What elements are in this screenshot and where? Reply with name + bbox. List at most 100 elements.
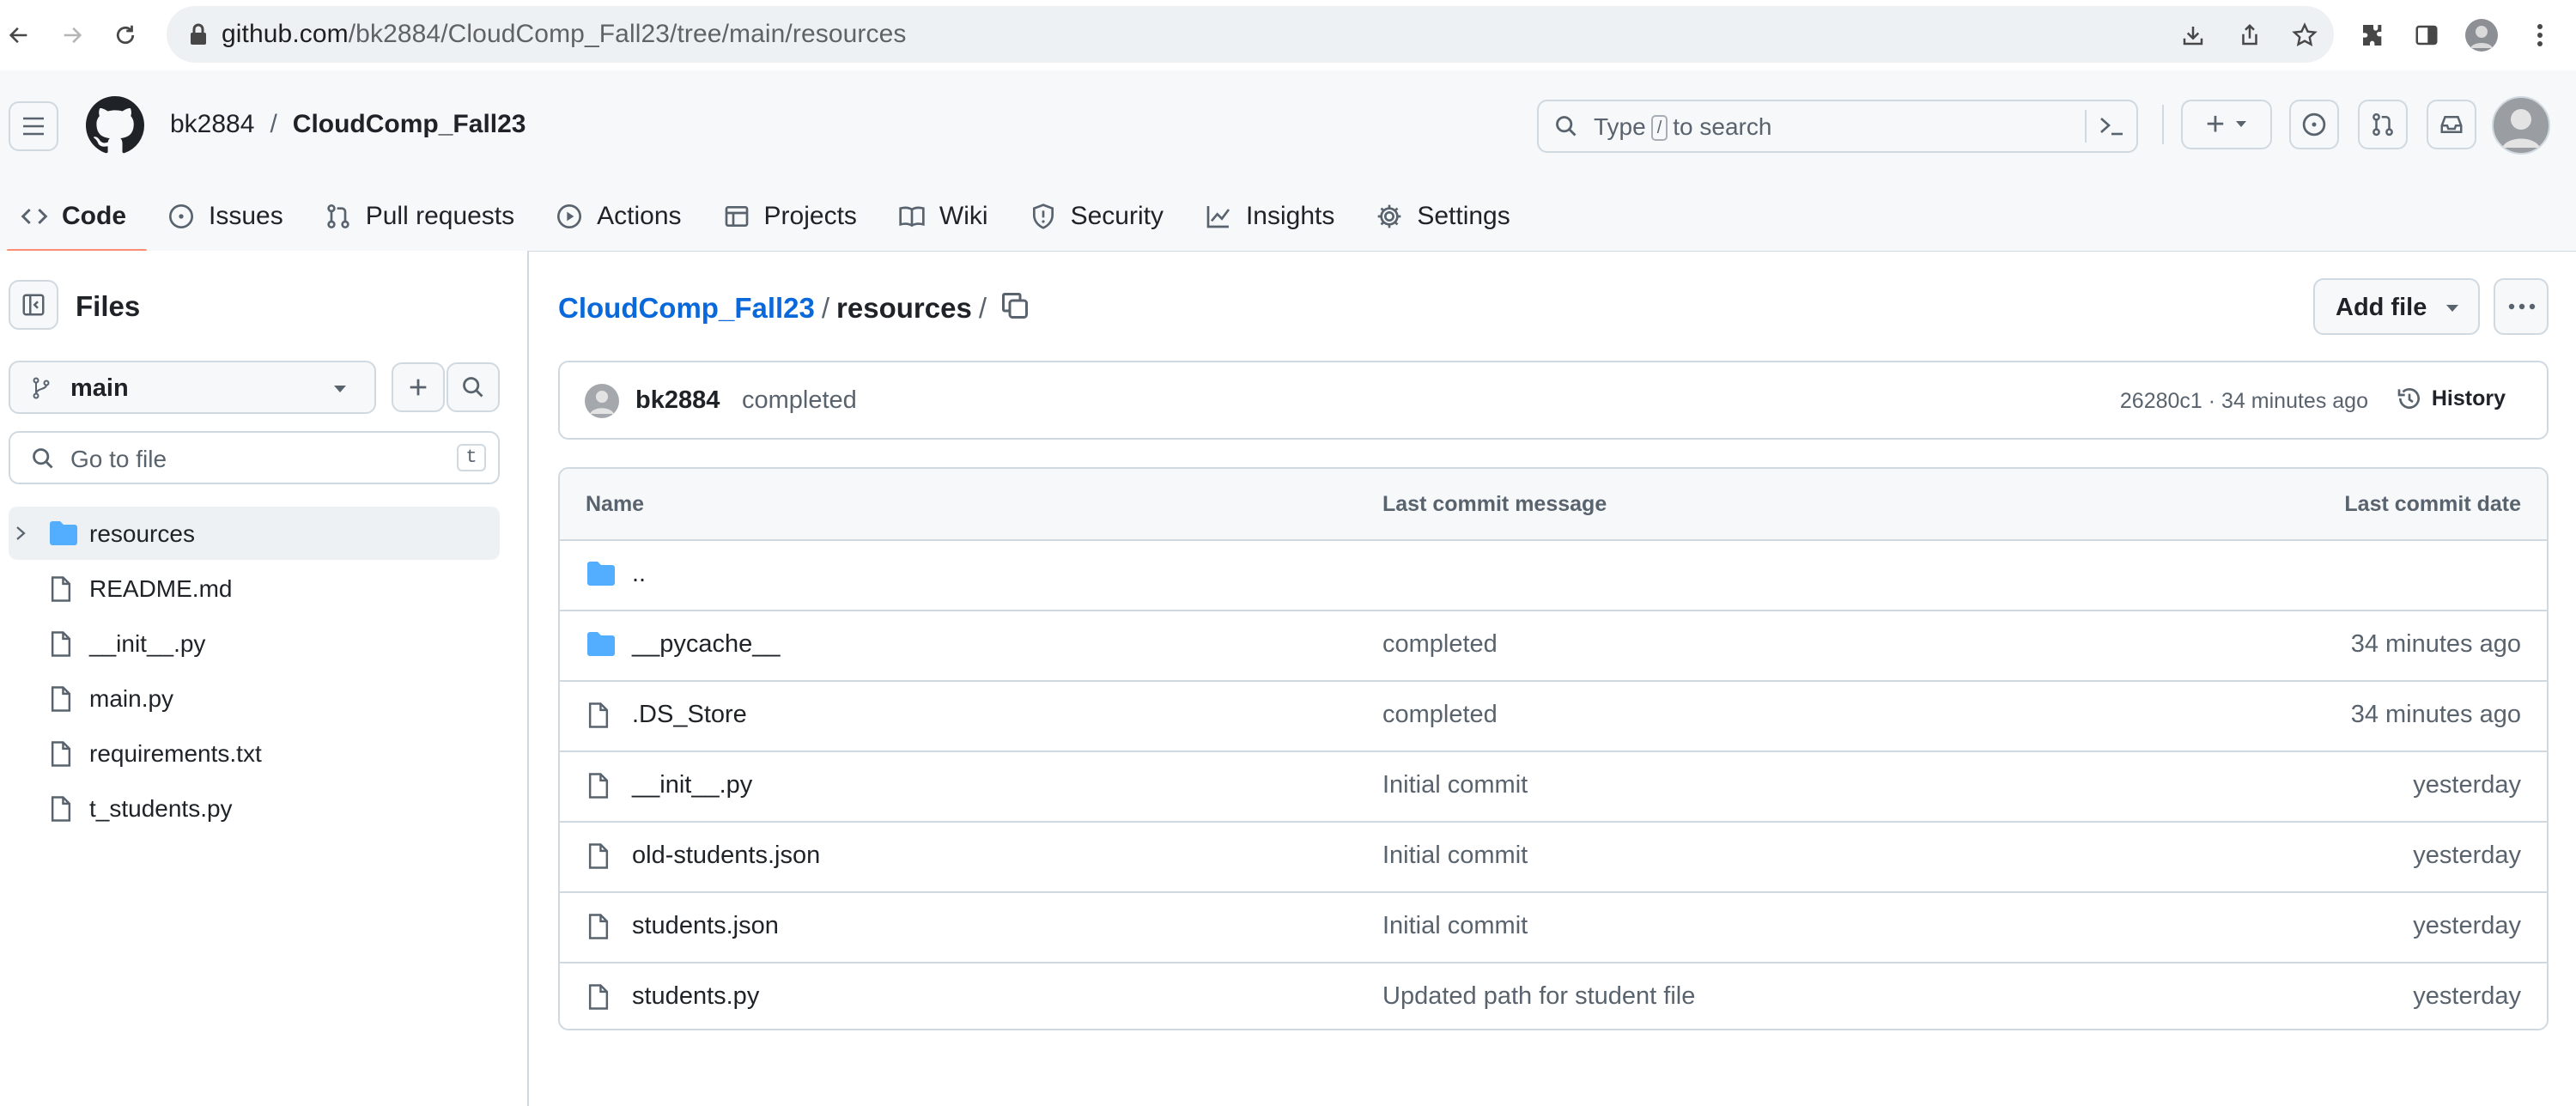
code-icon [21, 208, 48, 225]
copy-path-button[interactable] [999, 290, 1030, 321]
file-icon [588, 843, 609, 869]
file-name[interactable]: __pycache__ [632, 630, 781, 659]
add-file-button[interactable]: Add file [2313, 278, 2480, 335]
commit-message[interactable]: completed [742, 386, 857, 415]
tab-actions[interactable]: Actions [535, 189, 702, 244]
chevron-right-icon [16, 526, 26, 540]
table-row[interactable]: .DS_Store completed 34 minutes ago [560, 680, 2547, 752]
tab-security[interactable]: Security [1009, 189, 1184, 244]
user-avatar[interactable] [2492, 96, 2550, 155]
file-icon [51, 631, 71, 657]
tab-code[interactable]: Code [0, 189, 147, 252]
folder-icon [50, 521, 77, 545]
install-app-button[interactable] [2176, 18, 2210, 52]
kebab-horizontal-icon [2508, 303, 2536, 310]
search-files-button[interactable] [447, 362, 500, 412]
search-placeholder: Type / to search [1594, 113, 1772, 141]
browser-toolbar: github.com/bk2884/CloudComp_Fall23/tree/… [0, 0, 2576, 71]
create-new-button[interactable]: + [2181, 100, 2272, 149]
breadcrumb-separator: / [270, 110, 277, 138]
back-button[interactable] [2, 18, 36, 52]
shortcut-key: t [457, 444, 486, 471]
search-icon [463, 377, 483, 398]
issues-button[interactable] [2289, 100, 2339, 149]
file-name[interactable]: .DS_Store [632, 701, 747, 729]
avatar-icon [2492, 96, 2550, 155]
go-to-file-input[interactable]: Go to file t [9, 431, 500, 484]
branch-selector[interactable]: main [9, 361, 376, 414]
issue-opened-icon [2302, 112, 2326, 137]
tree-item-label: README.md [89, 575, 233, 602]
commit-message[interactable]: Initial commit [1382, 912, 1528, 940]
side-panel-button[interactable] [2409, 18, 2444, 52]
history-button[interactable]: History [2396, 385, 2506, 412]
file-icon [588, 702, 609, 728]
pull-requests-button[interactable] [2358, 100, 2408, 149]
table-row[interactable]: old-students.json Initial commit yesterd… [560, 821, 2547, 893]
table-row[interactable]: __init__.py Initial commit yesterday [560, 750, 2547, 823]
file-icon [588, 984, 609, 1010]
forward-button[interactable] [55, 18, 89, 52]
tab-issues[interactable]: Issues [147, 189, 304, 244]
tree-item-readme[interactable]: README.md [9, 562, 500, 615]
file-name[interactable]: students.json [632, 912, 779, 940]
lock-icon [191, 23, 206, 45]
issue-icon [169, 204, 193, 228]
commit-sha-time[interactable]: 26280c1 · 34 minutes ago [2120, 389, 2368, 414]
address-bar[interactable]: github.com/bk2884/CloudComp_Fall23/tree/… [167, 6, 2334, 63]
tree-item-resources[interactable]: resources [9, 507, 500, 560]
path-separator: / [821, 292, 830, 324]
tree-item-init[interactable]: __init__.py [9, 617, 500, 670]
more-options-button[interactable] [2494, 278, 2549, 335]
add-file-icon-button[interactable] [392, 362, 445, 412]
reload-button[interactable] [108, 18, 143, 52]
commit-message[interactable]: completed [1382, 701, 1498, 729]
puzzle-icon [2363, 25, 2382, 46]
tree-item-requirements[interactable]: requirements.txt [9, 726, 500, 780]
file-name[interactable]: __init__.py [632, 771, 752, 799]
repo-link[interactable]: CloudComp_Fall23 [293, 110, 526, 138]
tree-item-label: main.py [89, 685, 174, 712]
tab-projects[interactable]: Projects [702, 189, 878, 244]
bookmark-button[interactable] [2287, 18, 2322, 52]
extensions-button[interactable] [2356, 18, 2391, 52]
search-input[interactable]: Type / to search [1537, 100, 2138, 153]
file-name[interactable]: students.py [632, 982, 759, 1011]
owner-link[interactable]: bk2884 [170, 110, 254, 138]
file-name[interactable]: old-students.json [632, 842, 820, 870]
file-name[interactable]: .. [632, 560, 646, 588]
global-nav-button[interactable] [9, 101, 58, 151]
tab-settings[interactable]: Settings [1355, 189, 1530, 244]
github-logo[interactable] [86, 96, 144, 155]
table-row[interactable]: students.json Initial commit yesterday [560, 891, 2547, 963]
current-directory: resources [836, 292, 972, 324]
commit-message[interactable]: Updated path for student file [1382, 982, 1695, 1011]
tree-item-t-students[interactable]: t_students.py [9, 781, 500, 835]
table-row[interactable]: students.py Updated path for student fil… [560, 962, 2547, 1029]
commit-author[interactable]: bk2884 [635, 386, 720, 415]
side-panel-icon [2415, 25, 2438, 46]
chrome-menu-button[interactable] [2523, 18, 2557, 52]
commit-message[interactable]: Initial commit [1382, 771, 1528, 799]
column-header-date: Last commit date [2344, 492, 2521, 516]
add-file-label: Add file [2336, 294, 2427, 321]
inbox-button[interactable] [2427, 100, 2476, 149]
play-icon [557, 204, 582, 228]
commit-message[interactable]: completed [1382, 630, 1498, 659]
github-mark-icon [86, 96, 144, 154]
profile-avatar[interactable] [2464, 18, 2499, 52]
tree-item-main[interactable]: main.py [9, 672, 500, 725]
file-table: Name Last commit message Last commit dat… [558, 467, 2549, 1030]
table-row[interactable]: .. [560, 539, 2547, 611]
url-text: github.com/bk2884/CloudComp_Fall23/tree/… [222, 20, 907, 48]
header-divider [2162, 105, 2164, 144]
tab-insights[interactable]: Insights [1184, 189, 1355, 244]
commit-message[interactable]: Initial commit [1382, 842, 1528, 870]
tree-item-label: __init__.py [89, 630, 206, 657]
table-row[interactable]: __pycache__ completed 34 minutes ago [560, 610, 2547, 682]
tab-wiki[interactable]: Wiki [878, 189, 1009, 244]
share-button[interactable] [2233, 18, 2267, 52]
tab-pull-requests[interactable]: Pull requests [304, 189, 535, 244]
repo-root-link[interactable]: CloudComp_Fall23 [558, 292, 815, 324]
collapse-sidebar-button[interactable] [9, 280, 58, 330]
